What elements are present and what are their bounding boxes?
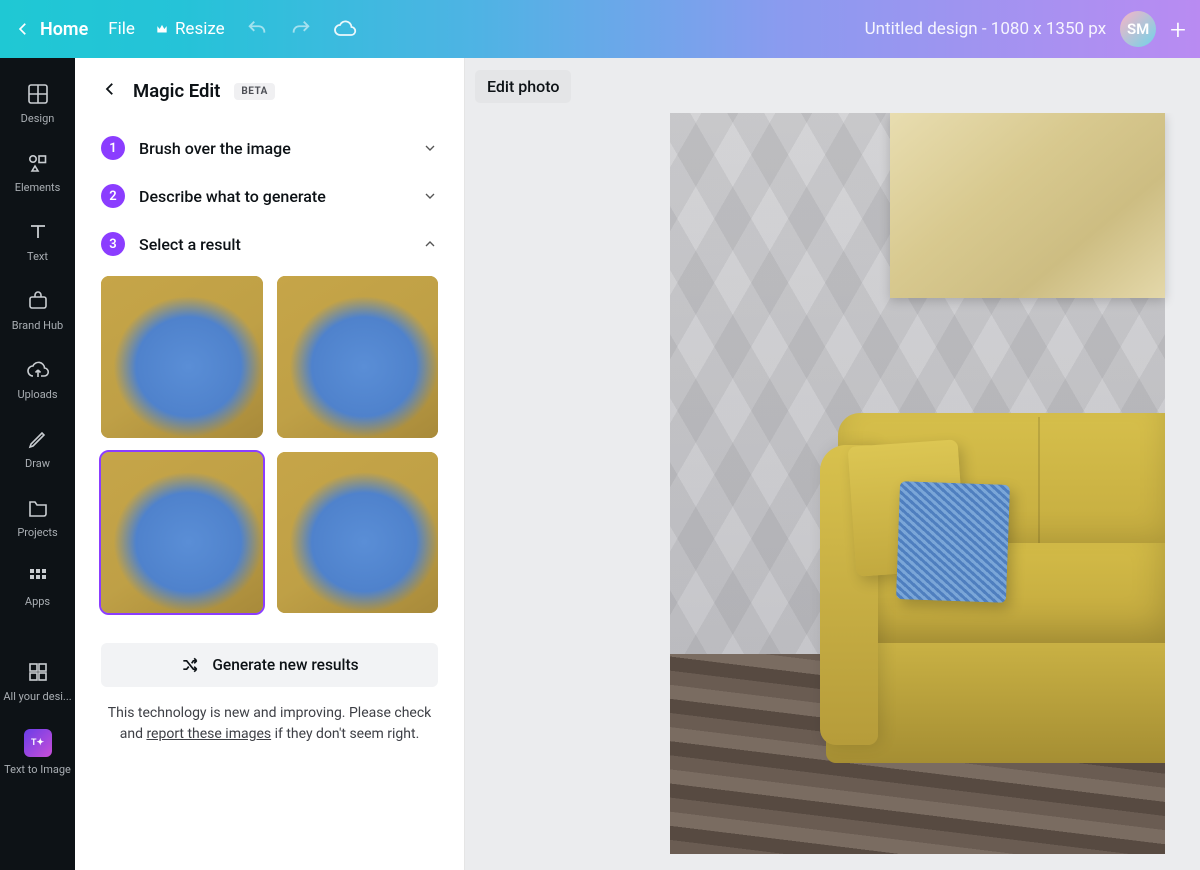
result-option-3[interactable] [101, 452, 263, 614]
result-option-1[interactable] [101, 276, 263, 438]
canvas-viewport[interactable] [465, 113, 1200, 870]
result-option-4[interactable] [277, 452, 439, 614]
redo-button[interactable] [289, 17, 313, 41]
back-button[interactable] [101, 80, 119, 102]
generate-new-results-button[interactable]: Generate new results [101, 643, 438, 687]
magic-edit-panel: Magic Edit BETA 1 Brush over the image 2… [75, 58, 465, 870]
rail-text[interactable]: Text [0, 210, 75, 273]
grid-layout-icon [26, 660, 50, 684]
report-images-link[interactable]: report these images [146, 726, 271, 742]
rail-label: Apps [25, 595, 50, 608]
folder-icon [26, 496, 50, 520]
document-title[interactable]: Untitled design - 1080 x 1350 px [865, 19, 1107, 39]
canvas-toolbar: Edit photo [465, 58, 1200, 113]
rail-label: Design [21, 112, 55, 125]
panel-title: Magic Edit [133, 80, 220, 102]
top-bar: Home File Resize Untitled design - 1080 … [0, 0, 1200, 58]
chevron-left-icon [101, 80, 119, 98]
text-icon [26, 220, 50, 244]
rail-label: All your desi... [3, 690, 71, 703]
result-option-2[interactable] [277, 276, 439, 438]
shapes-icon [26, 151, 50, 175]
chevron-up-icon [422, 236, 438, 252]
step-label: Select a result [139, 235, 408, 254]
shuffle-icon [180, 655, 200, 675]
cloud-sync-button[interactable] [333, 17, 357, 41]
chevron-left-icon [14, 20, 32, 38]
generate-label: Generate new results [212, 656, 358, 674]
add-button[interactable]: + [1170, 13, 1186, 46]
rail-apps[interactable]: Apps [0, 555, 75, 618]
rail-label: Projects [17, 526, 57, 539]
pencil-icon [26, 427, 50, 451]
redo-icon [290, 18, 312, 40]
topbar-right: Untitled design - 1080 x 1350 px SM + [865, 11, 1186, 47]
rail-all-designs[interactable]: All your desi... [0, 650, 75, 713]
step-describe[interactable]: 2 Describe what to generate [101, 172, 438, 220]
beta-badge: BETA [234, 83, 275, 100]
rail-label: Uploads [17, 388, 57, 401]
rail-projects[interactable]: Projects [0, 486, 75, 549]
photo-wall-art [890, 113, 1165, 298]
blue-pillow [896, 481, 1010, 603]
rail-label: Elements [15, 181, 61, 194]
resize-label: Resize [175, 19, 225, 39]
avatar[interactable]: SM [1120, 11, 1156, 47]
rail-label: Text [27, 250, 48, 263]
photo-sofa [820, 413, 1165, 813]
rail-uploads[interactable]: Uploads [0, 348, 75, 411]
crown-icon [155, 22, 169, 36]
step-number: 1 [101, 136, 125, 160]
rail-label: Draw [25, 457, 50, 470]
rail-draw[interactable]: Draw [0, 417, 75, 480]
topbar-left: Home File Resize [14, 17, 357, 41]
rail-design[interactable]: Design [0, 72, 75, 135]
home-button[interactable]: Home [14, 19, 88, 40]
canvas-image[interactable] [670, 113, 1165, 854]
side-rail: Design Elements Text Brand Hub Uploads D… [0, 58, 75, 870]
chevron-down-icon [422, 140, 438, 156]
step-label: Describe what to generate [139, 187, 408, 206]
canvas-area: Edit photo [465, 58, 1200, 870]
briefcase-icon [26, 289, 50, 313]
step-number: 3 [101, 232, 125, 256]
disclaimer-post: if they don't seem right. [271, 726, 419, 742]
home-label: Home [40, 19, 88, 40]
grid-icon [26, 565, 50, 589]
rail-text-to-image[interactable]: T✦ Text to Image [0, 719, 75, 786]
edit-photo-button[interactable]: Edit photo [475, 70, 571, 103]
text-to-image-icon: T✦ [24, 729, 52, 757]
cloud-check-icon [333, 16, 357, 42]
chevron-down-icon [422, 188, 438, 204]
resize-button[interactable]: Resize [155, 19, 225, 39]
rail-brandhub[interactable]: Brand Hub [0, 279, 75, 342]
step-number: 2 [101, 184, 125, 208]
layout-icon [26, 82, 50, 106]
result-grid [101, 276, 438, 613]
step-label: Brush over the image [139, 139, 408, 158]
undo-icon [246, 18, 268, 40]
file-button[interactable]: File [108, 19, 135, 39]
disclaimer: This technology is new and improving. Pl… [101, 703, 438, 745]
step-select[interactable]: 3 Select a result [101, 220, 438, 268]
rail-label: Brand Hub [12, 319, 63, 332]
step-brush[interactable]: 1 Brush over the image [101, 124, 438, 172]
rail-label: Text to Image [4, 763, 71, 776]
undo-button[interactable] [245, 17, 269, 41]
cloud-upload-icon [26, 358, 50, 382]
main: Design Elements Text Brand Hub Uploads D… [0, 58, 1200, 870]
panel-header: Magic Edit BETA [101, 80, 438, 102]
rail-elements[interactable]: Elements [0, 141, 75, 204]
